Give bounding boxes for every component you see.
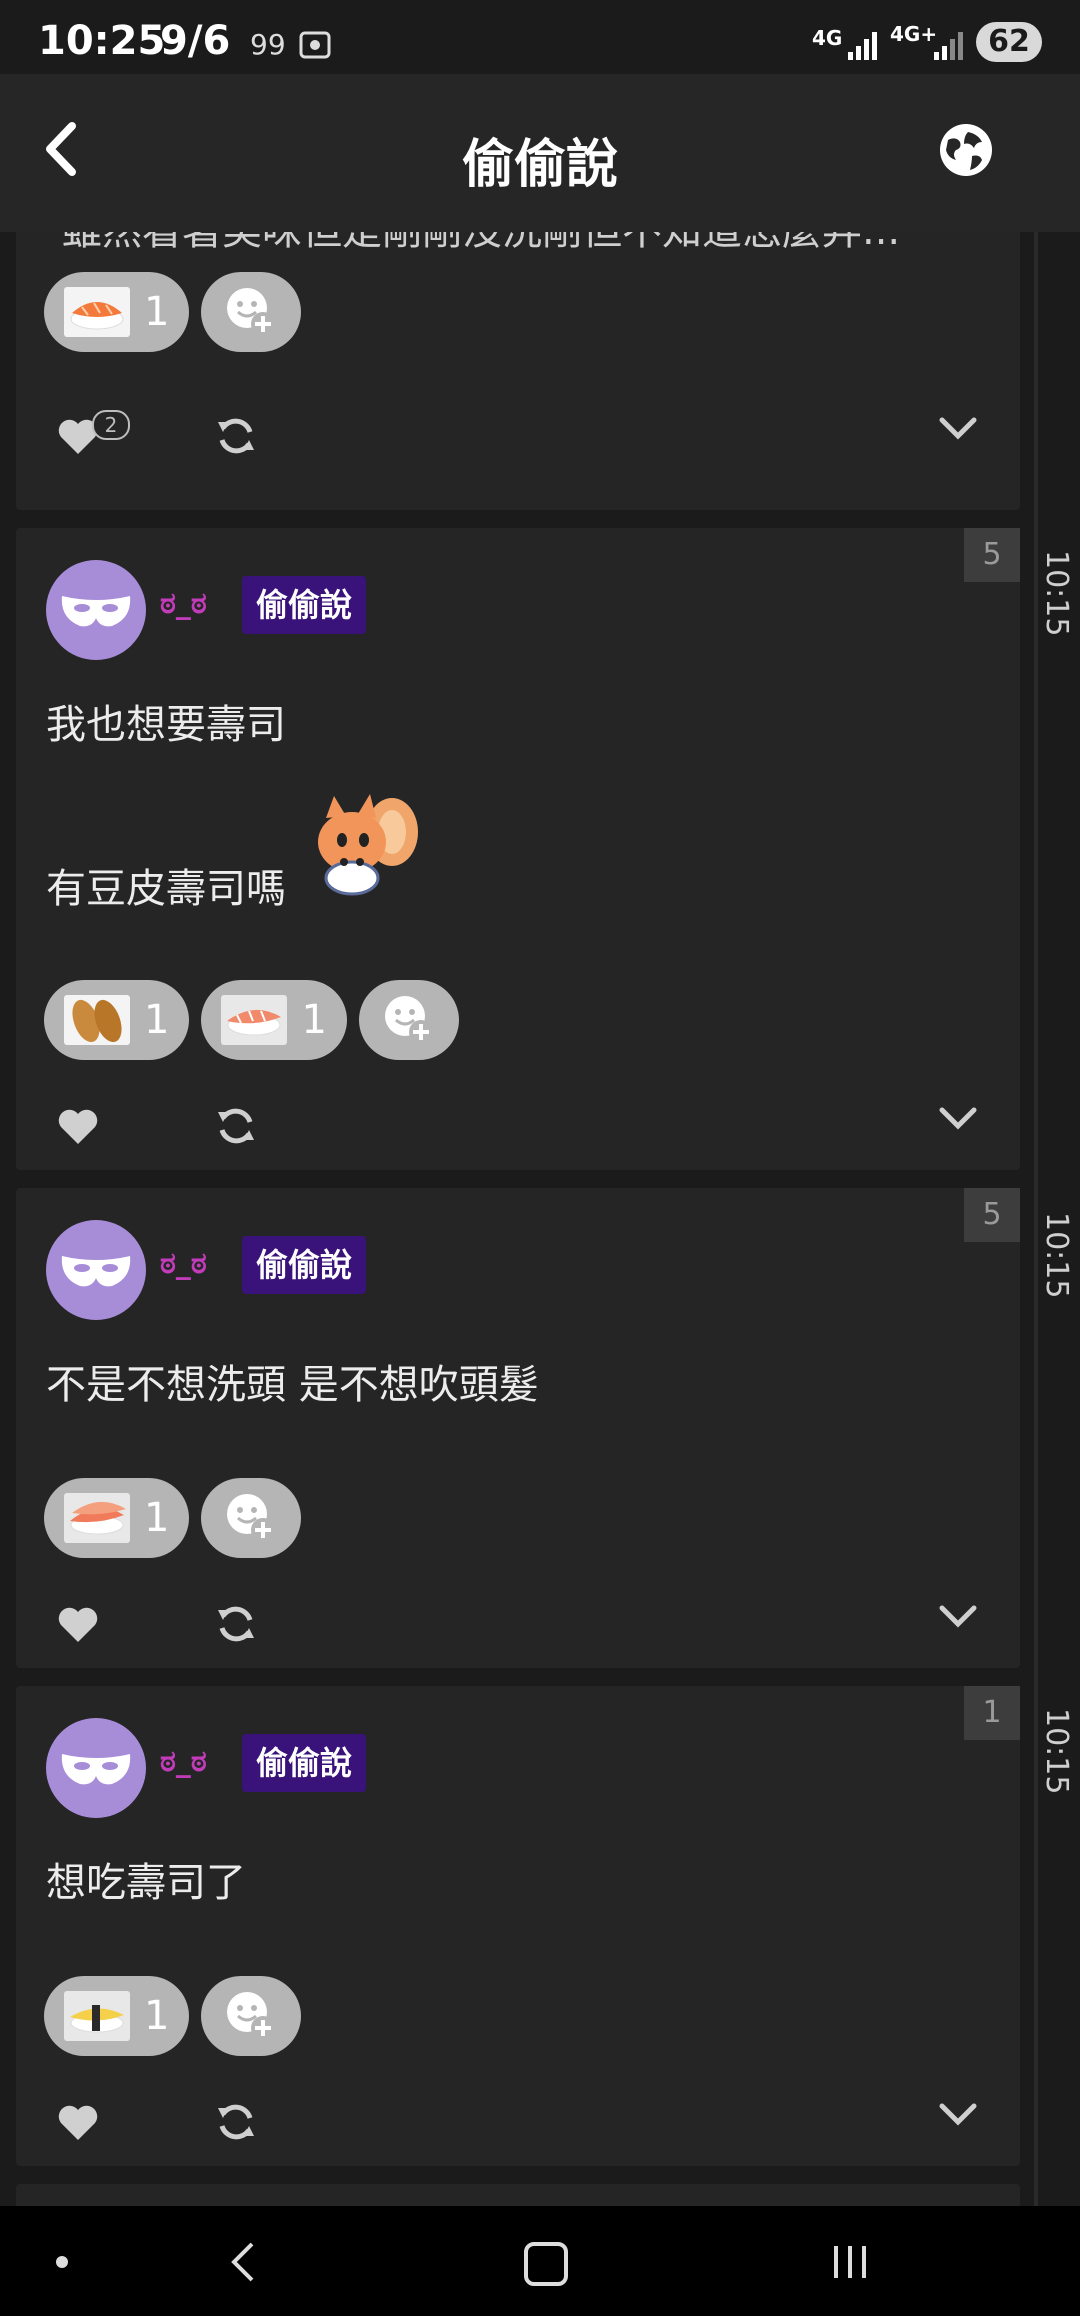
- app-bar: 偷偷說: [0, 74, 1080, 232]
- add-reaction-button[interactable]: [201, 1478, 302, 1558]
- username[interactable]: ಠ_ಠ: [160, 1246, 207, 1281]
- post-card[interactable]: 1 ಠ_ಠ 偷偷說 想吃壽司了 1: [16, 1686, 1020, 2166]
- reaction-count: 1: [144, 1495, 170, 1541]
- screenshot-icon: [299, 31, 331, 59]
- network-4g-plus: 4G+: [890, 22, 938, 46]
- add-emoji-icon: [227, 288, 276, 336]
- add-emoji-icon: [227, 1992, 276, 2040]
- mask-icon: [61, 1256, 131, 1287]
- board-tag[interactable]: 偷偷說: [242, 1236, 367, 1294]
- reply-count-badge: 1: [964, 1686, 1020, 1740]
- post-card[interactable]: 5 ಠ_ಠ 偷偷說 我也想要壽司 有豆皮壽司嗎 1 1: [16, 528, 1020, 1170]
- post-timestamp: 10:15: [1039, 550, 1074, 637]
- page-title: 偷偷說: [461, 135, 618, 195]
- post-text: 有豆皮壽司嗎: [46, 866, 286, 912]
- heart-icon[interactable]: [56, 1106, 100, 1146]
- reaction-chip[interactable]: 1: [44, 980, 190, 1060]
- post-text: 我也想要壽司: [46, 702, 286, 748]
- heart-icon[interactable]: [56, 1604, 100, 1644]
- like-count: 2: [92, 410, 130, 440]
- status-bar: 10:25 9/6 99 4G 4G+ 62: [0, 0, 1080, 74]
- status-time: 10:25: [38, 18, 166, 64]
- reaction-count: 1: [144, 289, 170, 335]
- reaction-chip[interactable]: 1: [44, 1976, 190, 2056]
- signal-icon: [848, 32, 877, 60]
- notification-count: 99: [250, 28, 286, 61]
- reaction-bar: 1: [44, 1976, 302, 2056]
- post-card[interactable]: 雖然看著美味但是剛剛沒洗剛但不知道怎麼弄... 1 2: [16, 232, 1020, 510]
- post-card[interactable]: 5 ಠ_ಠ 偷偷說 不是不想洗頭 是不想吹頭髮 1: [16, 1188, 1020, 1668]
- reaction-count: 1: [144, 1993, 170, 2039]
- chevron-down-icon[interactable]: [936, 1598, 980, 1634]
- reaction-chip[interactable]: 1: [44, 272, 190, 352]
- post-card[interactable]: [16, 2184, 1020, 2206]
- heart-icon[interactable]: [56, 2102, 100, 2142]
- system-nav-bar: [0, 2206, 1080, 2316]
- shrimp-sushi-icon: [221, 995, 288, 1045]
- avatar[interactable]: [46, 1718, 146, 1818]
- board-tag[interactable]: 偷偷說: [242, 576, 367, 634]
- reaction-bar: 1 1: [44, 980, 459, 1060]
- post-text: 想吃壽司了: [46, 1860, 246, 1906]
- globe-icon[interactable]: [938, 122, 994, 178]
- post-actions: 2: [16, 398, 1020, 478]
- post-text: 雖然看著美味但是剛剛沒洗剛但不知道怎麼弄...: [62, 232, 1022, 256]
- nav-home-icon[interactable]: [524, 2242, 568, 2286]
- reaction-chip[interactable]: 1: [44, 1478, 190, 1558]
- nav-back-icon[interactable]: [226, 2240, 262, 2284]
- reaction-bar: 1: [44, 272, 302, 352]
- post-timestamp: 10:15: [1039, 1708, 1074, 1795]
- mask-icon: [61, 1754, 131, 1785]
- post-actions: [16, 1586, 1020, 1666]
- tamago-sushi-icon: [64, 1991, 130, 2041]
- reaction-chip[interactable]: 1: [201, 980, 347, 1060]
- post-actions: [16, 1088, 1020, 1168]
- add-reaction-button[interactable]: [358, 980, 459, 1060]
- status-date: 9/6: [160, 18, 231, 64]
- repost-icon[interactable]: [214, 1104, 258, 1148]
- salmon-sushi-icon: [64, 287, 130, 337]
- reply-count-badge: 5: [964, 528, 1020, 582]
- shrimp-sushi-icon: [64, 1493, 130, 1543]
- reaction-bar: 1: [44, 1478, 302, 1558]
- add-reaction-button[interactable]: [201, 1976, 302, 2056]
- reaction-count: 1: [301, 997, 327, 1043]
- add-reaction-button[interactable]: [201, 272, 302, 352]
- add-emoji-icon: [384, 996, 433, 1044]
- avatar[interactable]: [46, 560, 146, 660]
- squirrel-sticker-icon: [318, 794, 418, 896]
- avatar[interactable]: [46, 1220, 146, 1320]
- chevron-down-icon[interactable]: [936, 2096, 980, 2132]
- add-emoji-icon: [227, 1494, 276, 1542]
- reaction-count: 1: [144, 997, 170, 1043]
- chevron-down-icon[interactable]: [936, 1100, 980, 1136]
- signal-icon: [934, 32, 963, 60]
- post-actions: [16, 2084, 1020, 2164]
- username[interactable]: ಠ_ಠ: [160, 1744, 207, 1779]
- repost-icon[interactable]: [214, 414, 258, 458]
- post-text: 不是不想洗頭 是不想吹頭髮: [46, 1362, 539, 1408]
- chevron-down-icon[interactable]: [936, 410, 980, 446]
- inari-sushi-icon: [64, 995, 130, 1045]
- mask-icon: [61, 596, 131, 627]
- repost-icon[interactable]: [214, 2100, 258, 2144]
- repost-icon[interactable]: [214, 1602, 258, 1646]
- board-tag[interactable]: 偷偷說: [242, 1734, 367, 1792]
- nav-recents-icon[interactable]: [830, 2240, 870, 2284]
- network-4g: 4G: [812, 26, 843, 50]
- nav-dot-icon: [56, 2256, 68, 2268]
- post-timestamp: 10:15: [1039, 1212, 1074, 1299]
- battery-indicator: 62: [976, 22, 1042, 62]
- username[interactable]: ಠ_ಠ: [160, 586, 207, 621]
- reply-count-badge: 5: [964, 1188, 1020, 1242]
- post-feed[interactable]: 雖然看著美味但是剛剛沒洗剛但不知道怎麼弄... 1 2 5 ಠ_ಠ 偷偷說 我也…: [0, 232, 1080, 2206]
